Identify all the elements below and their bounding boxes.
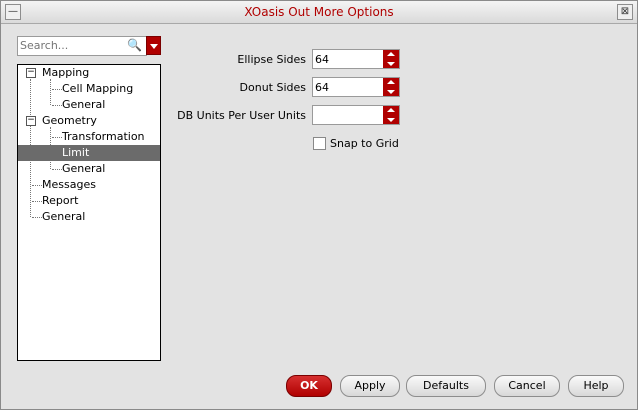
apply-button[interactable]: Apply <box>340 375 400 397</box>
ok-button[interactable]: OK <box>286 375 332 397</box>
defaults-button[interactable]: Defaults <box>406 375 486 397</box>
help-button[interactable]: Help <box>568 375 624 397</box>
db-units-label: DB Units Per User Units <box>177 109 306 122</box>
tree-item-label: General <box>42 210 86 223</box>
tree-item-mapping[interactable]: − Mapping <box>18 65 160 81</box>
donut-sides-input[interactable] <box>315 80 381 94</box>
magnifier-icon[interactable]: 🔍 <box>127 38 142 52</box>
cancel-button[interactable]: Cancel <box>494 375 560 397</box>
tree-item-cell-mapping[interactable]: Cell Mapping <box>18 81 160 97</box>
db-units-input[interactable] <box>315 108 381 122</box>
ellipse-sides-input[interactable] <box>315 52 381 66</box>
tree-item-label: Limit <box>62 146 90 159</box>
close-icon[interactable]: ⊠ <box>617 4 633 20</box>
tree-item-mapping-general[interactable]: General <box>18 97 160 113</box>
search-box: 🔍 <box>17 36 147 56</box>
window-title: XOasis Out More Options <box>244 5 394 19</box>
collapse-icon[interactable]: − <box>26 68 36 78</box>
tree-item-messages[interactable]: Messages <box>18 177 160 193</box>
tree-item-geometry-general[interactable]: General <box>18 161 160 177</box>
ellipse-sides-label: Ellipse Sides <box>237 53 306 66</box>
snap-to-grid-checkbox[interactable] <box>313 137 326 150</box>
spin-buttons <box>383 50 399 68</box>
tree-item-label: Mapping <box>42 66 90 79</box>
options-tree: − Mapping Cell Mapping General − Geometr… <box>17 64 161 361</box>
tree-item-label: Cell Mapping <box>62 82 134 95</box>
tree-item-limit[interactable]: Limit <box>18 145 160 161</box>
ellipse-sides-spinbox <box>312 49 400 69</box>
tree-item-general[interactable]: General <box>18 209 160 225</box>
spin-buttons <box>383 78 399 96</box>
tree-item-label: Transformation <box>62 130 145 143</box>
tree-item-geometry[interactable]: − Geometry <box>18 113 160 129</box>
donut-sides-spinbox <box>312 77 400 97</box>
tree-item-label: Messages <box>42 178 96 191</box>
tree-item-report[interactable]: Report <box>18 193 160 209</box>
tree-item-label: Geometry <box>42 114 97 127</box>
options-dialog: — XOasis Out More Options ⊠ 🔍 − Mapping … <box>0 0 638 410</box>
db-units-spinbox <box>312 105 400 125</box>
search-dropdown-button[interactable] <box>146 36 161 55</box>
collapse-icon[interactable]: − <box>26 116 36 126</box>
donut-sides-label: Donut Sides <box>239 81 306 94</box>
spin-buttons <box>383 106 399 124</box>
search-input[interactable] <box>20 38 124 53</box>
tree-item-label: Report <box>42 194 79 207</box>
snap-to-grid-label[interactable]: Snap to Grid <box>330 137 399 150</box>
tree-item-label: General <box>62 98 106 111</box>
tree-item-transformation[interactable]: Transformation <box>18 129 160 145</box>
tree-item-label: General <box>62 162 106 175</box>
title-bar: — XOasis Out More Options ⊠ <box>1 1 637 24</box>
